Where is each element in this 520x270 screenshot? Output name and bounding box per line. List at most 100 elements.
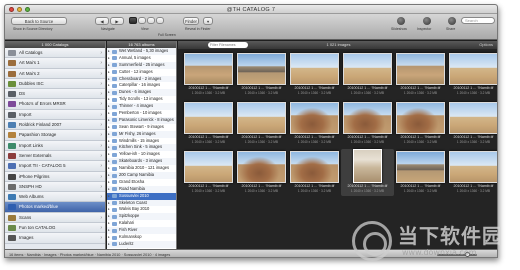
disclosure-triangle-icon[interactable]: ▸ xyxy=(108,213,110,220)
folder-item[interactable]: ▸ Tidy Scrolls - 13 images xyxy=(107,96,176,103)
thumbnail-cell[interactable]: 20100112 1 ... ?Namib.tif 1 2040 x 1360 ·… xyxy=(341,51,394,98)
disclosure-triangle-icon[interactable]: ▸ xyxy=(108,200,110,207)
thumbnail-image[interactable] xyxy=(396,151,445,183)
thumbnail-cell[interactable]: 20100112 1 ... ?Namib.tif 1 2040 x 1360 ·… xyxy=(182,51,235,98)
disclosure-triangle-icon[interactable]: ▸ xyxy=(108,82,110,89)
finder-button[interactable]: Finder xyxy=(183,17,199,25)
thumbnail-image[interactable] xyxy=(184,102,233,134)
folder-item[interactable]: ▸ Windmills - 15 images xyxy=(107,138,176,145)
folder-item[interactable]: ▸ Grand Etosha xyxy=(107,179,176,186)
catalog-item[interactable]: Papashion Storage › xyxy=(5,130,105,141)
thumbnail-image[interactable] xyxy=(396,102,445,134)
folder-item[interactable]: ▸ Summerfield - 25 images xyxy=(107,61,176,69)
thumbnail-image[interactable] xyxy=(449,151,497,183)
catalog-item[interactable]: Server Externals › xyxy=(5,150,105,162)
catalog-item[interactable]: Images › xyxy=(5,233,105,244)
catalog-item[interactable]: Import TII - CATALOG 5 › xyxy=(5,161,105,172)
folder-item[interactable]: ▸ Spitzkoppe xyxy=(107,213,176,221)
catalog-item[interactable]: Fun ton CATALOG › xyxy=(5,223,105,234)
folder-item[interactable]: ▸ 200 Camp Namibia xyxy=(107,172,176,179)
disclosure-triangle-icon[interactable]: ▸ xyxy=(108,193,110,200)
thumbnail-image[interactable] xyxy=(396,53,445,85)
catalog-item[interactable]: Art Mai's 2 › xyxy=(5,68,105,79)
folder-item[interactable]: ▸ Caterpillar - 16 images xyxy=(107,82,176,89)
disclosure-triangle-icon[interactable]: ▸ xyxy=(108,151,110,158)
thumbnail-image[interactable] xyxy=(290,53,339,85)
view-preview-button[interactable] xyxy=(156,17,164,24)
thumbnail-cell[interactable]: 20100112 1 ... ?Namib.tif 1 2040 x 1360 ·… xyxy=(235,51,288,98)
folder-item[interactable]: ▸ Mr Fishy, 26 images xyxy=(107,130,176,138)
nav-back-button[interactable]: ◀ xyxy=(95,17,109,25)
thumbnail-image[interactable] xyxy=(290,102,339,134)
thumbnail-cell[interactable]: 20100112 1 ... ?Namib.tif 1 2040 x 1360 ·… xyxy=(447,100,497,147)
thumbnail-cell[interactable]: 20100112 1 ... ?Namib.tif 1 2040 x 1360 ·… xyxy=(341,100,394,147)
folder-item[interactable]: ▸ Thinner - 4 images xyxy=(107,103,176,111)
thumbnail-image[interactable] xyxy=(237,53,286,85)
folder-item[interactable]: ▸ Cutter - 12 images xyxy=(107,69,176,76)
thumbnail-image[interactable] xyxy=(353,149,382,183)
disclosure-triangle-icon[interactable]: ▸ xyxy=(108,117,110,124)
thumbnail-image[interactable] xyxy=(237,151,286,183)
thumbnail-image[interactable] xyxy=(449,53,497,85)
disclosure-triangle-icon[interactable]: ▸ xyxy=(108,103,110,110)
folder-item[interactable]: ▸ Namibia 2010 - 121 images xyxy=(107,165,176,172)
folder-item[interactable]: ▸ Pemberton - 10 images xyxy=(107,110,176,117)
disclosure-triangle-icon[interactable]: ▸ xyxy=(108,234,110,241)
slideshow-icon[interactable] xyxy=(397,17,405,25)
folder-item[interactable]: ▸ Fish River xyxy=(107,227,176,235)
thumbnail-image[interactable] xyxy=(343,102,392,134)
folder-item[interactable]: ▸ Kalahari xyxy=(107,220,176,227)
disclosure-triangle-icon[interactable]: ▸ xyxy=(108,241,110,248)
disclosure-triangle-icon[interactable]: ▸ xyxy=(108,69,110,76)
catalog-item[interactable]: Import Links › xyxy=(5,140,105,151)
disclosure-triangle-icon[interactable]: ▸ xyxy=(108,227,110,234)
thumbnail-image[interactable] xyxy=(237,102,286,134)
folder-item[interactable]: ▸ Skeleton Coast xyxy=(107,199,176,207)
thumbnail-cell[interactable]: 20100112 1 ... ?Namib.tif 1 2040 x 1360 ·… xyxy=(235,100,288,147)
thumbnail-image[interactable] xyxy=(290,151,339,183)
thumbnail-cell[interactable]: 20100112 1 ... ?Namib.tif 1 2040 x 1360 ·… xyxy=(394,149,447,196)
disclosure-triangle-icon[interactable]: ▸ xyxy=(108,172,110,179)
source-popup[interactable]: Back to Source xyxy=(11,17,67,25)
disclosure-triangle-icon[interactable]: ▸ xyxy=(108,62,110,69)
disclosure-triangle-icon[interactable]: ▸ xyxy=(108,124,110,131)
folder-item[interactable]: ▸ Skateboards - 3 images xyxy=(107,158,176,166)
catalog-item[interactable]: SNSPH HD › xyxy=(5,181,105,193)
folder-item[interactable]: ▸ Yellow-ish - 10 images xyxy=(107,151,176,158)
disclosure-triangle-icon[interactable]: ▸ xyxy=(108,186,110,193)
disclosure-triangle-icon[interactable]: ▸ xyxy=(108,110,110,117)
thumbnail-image[interactable] xyxy=(343,53,392,85)
folder-item[interactable]: ▸ Chessboard - 2 images xyxy=(107,75,176,83)
thumbnail-cell[interactable]: 20100112 1 ... ?Namib.tif 1 2040 x 1360 ·… xyxy=(288,51,341,98)
thumbnail-image[interactable] xyxy=(184,151,233,183)
catalog-item[interactable]: Roldrick Finland 2007 › xyxy=(5,120,105,131)
search-input[interactable]: Search xyxy=(461,17,495,24)
catalog-item[interactable]: Dubbles ISC › xyxy=(5,78,105,90)
thumbnail-cell[interactable]: 20100112 1 ... ?Namib.tif 1 2040 x 1360 ·… xyxy=(447,149,497,196)
disclosure-triangle-icon[interactable]: ▸ xyxy=(108,165,110,172)
catalog-item[interactable]: Photo's of Errors MRSR › xyxy=(5,99,105,110)
thumbnail-cell[interactable]: 20100112 1 ... ?Namib.tif 1 2040 x 1360 ·… xyxy=(394,100,447,147)
catalog-item[interactable]: Photos marked/blue › xyxy=(5,202,105,213)
thumbnail-cell[interactable]: 20100112 1 ... ?Namib.tif 1 2040 x 1360 ·… xyxy=(288,100,341,147)
disclosure-triangle-icon[interactable]: ▸ xyxy=(108,138,110,145)
catalog-item[interactable]: All Catalogs › xyxy=(5,48,105,59)
disclosure-triangle-icon[interactable]: ▸ xyxy=(108,96,110,103)
disclosure-triangle-icon[interactable]: ▸ xyxy=(108,158,110,165)
thumbnail-cell[interactable]: 20100112 1 ... ?Namib.tif 1 2040 x 1360 ·… xyxy=(341,149,394,196)
folder-item[interactable]: ▸ Road Namibia xyxy=(107,185,176,193)
disclosure-triangle-icon[interactable]: ▸ xyxy=(108,206,110,213)
inspector-icon[interactable] xyxy=(423,17,431,25)
disclosure-triangle-icon[interactable]: ▸ xyxy=(108,48,110,55)
options-button[interactable]: Options xyxy=(479,41,493,49)
disclosure-triangle-icon[interactable]: ▸ xyxy=(108,220,110,227)
thumbnail-image[interactable] xyxy=(184,53,233,85)
folder-item[interactable]: ▸ Sossusvlei 2010 xyxy=(107,192,176,200)
folder-item[interactable]: ▸ Luderitz xyxy=(107,240,176,248)
catalog-item[interactable]: Web Albums › xyxy=(5,192,105,203)
thumbnail-cell[interactable]: 20100112 1 ... ?Namib.tif 1 2040 x 1360 ·… xyxy=(288,149,341,196)
folder-item[interactable]: ▸ Parasonic Limerick - 8 images xyxy=(107,116,176,124)
disclosure-triangle-icon[interactable]: ▸ xyxy=(108,179,110,186)
disclosure-triangle-icon[interactable]: ▸ xyxy=(108,144,110,151)
folder-item[interactable]: ▸ Walvis Bay 2010 xyxy=(107,206,176,213)
